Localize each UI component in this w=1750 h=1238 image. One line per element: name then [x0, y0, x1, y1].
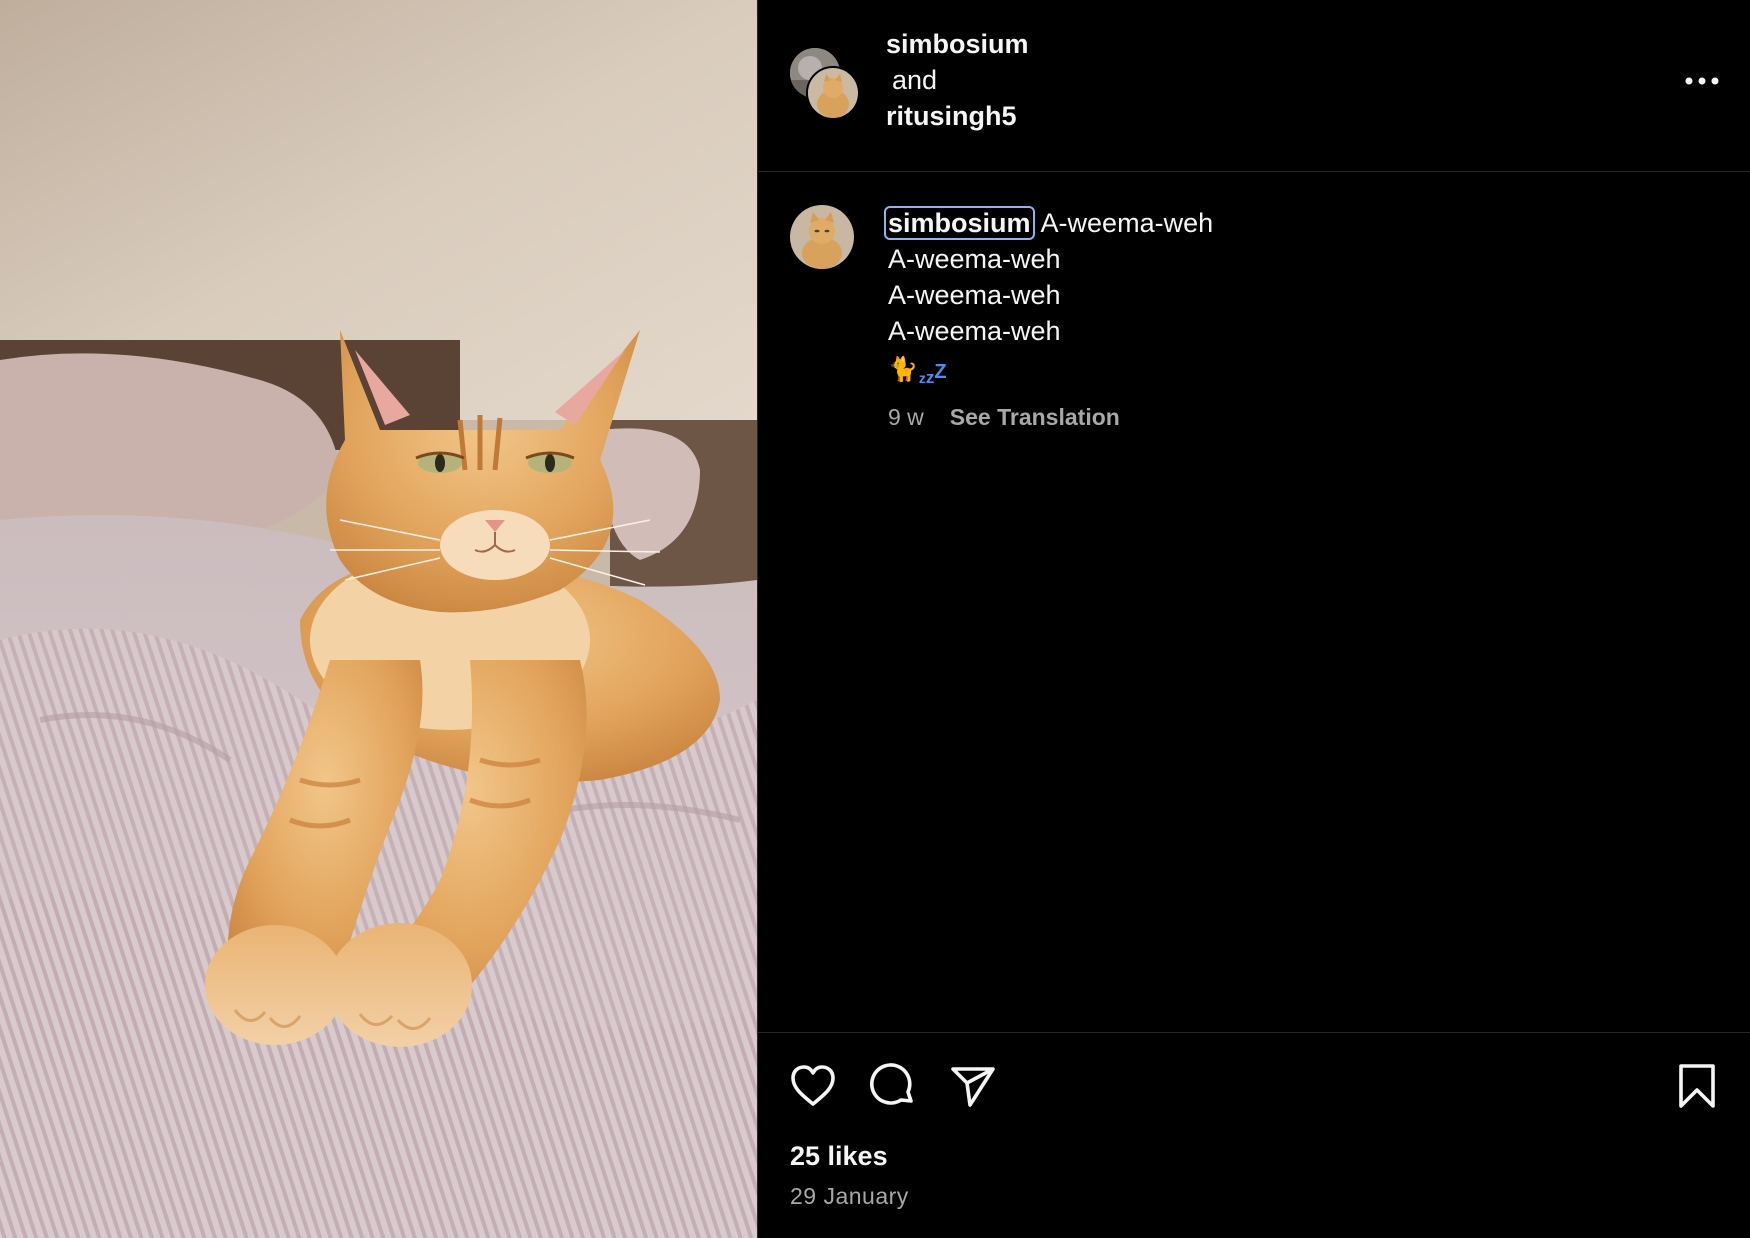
save-button[interactable]: [1672, 1061, 1722, 1111]
comment-button[interactable]: [868, 1061, 918, 1111]
share-button[interactable]: [948, 1061, 998, 1111]
cat-photo: [0, 0, 757, 1238]
caption-first-line: simbosium A-weema-weh: [884, 205, 1708, 241]
caption-line: A-weema-weh: [888, 244, 1061, 274]
more-horizontal-icon: [1685, 77, 1719, 85]
likes-count[interactable]: 25 likes: [790, 1141, 888, 1172]
caption-username-link[interactable]: simbosium: [884, 206, 1035, 240]
avatar: [806, 66, 860, 120]
bookmark-icon: [1679, 1064, 1715, 1108]
sleeping-zzz-icon: zzZ: [918, 361, 947, 387]
more-options-button[interactable]: [1682, 66, 1722, 96]
cat-emoji: 🐈: [888, 356, 918, 383]
comment-icon: [869, 1063, 913, 1105]
avatar[interactable]: [790, 205, 854, 269]
caption-meta: 9 w See Translation: [888, 399, 1708, 435]
caption-line: A-weema-weh: [1040, 208, 1214, 238]
post-age: 9 w: [888, 404, 924, 430]
collab-avatars[interactable]: [790, 48, 860, 120]
username-link[interactable]: simbosium: [886, 26, 1029, 62]
post-date: 29 January: [790, 1183, 909, 1209]
send-icon: [951, 1067, 995, 1107]
post-image[interactable]: [0, 0, 757, 1238]
heart-icon: [791, 1065, 835, 1106]
caption-text: simbosium A-weema-weh A-weema-weh A-weem…: [884, 205, 1708, 435]
see-translation-link[interactable]: See Translation: [950, 399, 1120, 435]
and-label: and: [892, 65, 938, 95]
like-button[interactable]: [788, 1061, 838, 1111]
header-usernames: simbosium and ritusingh5: [886, 26, 1029, 134]
caption-line: A-weema-weh: [888, 316, 1061, 346]
post-details-panel: simbosium and ritusingh5 simbosium A-wee…: [757, 0, 1750, 1238]
caption-line: A-weema-weh: [888, 280, 1061, 310]
action-bar: 25 likes 29 January: [758, 1032, 1750, 1238]
post-dialog: simbosium and ritusingh5 simbosium A-wee…: [0, 0, 1750, 1238]
collaborator-username-link[interactable]: ritusingh5: [886, 98, 1029, 134]
post-header: simbosium and ritusingh5: [758, 0, 1750, 172]
caption-emoji: 🐈 zzZ: [888, 349, 1708, 387]
